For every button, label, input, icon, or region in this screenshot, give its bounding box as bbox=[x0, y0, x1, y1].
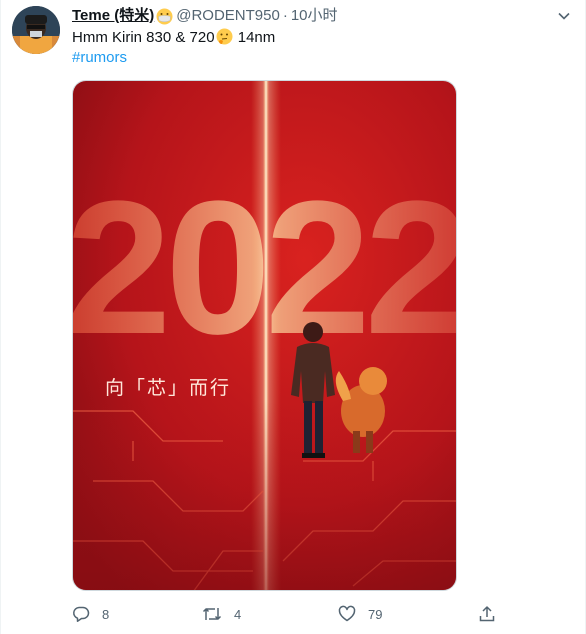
retweet-button[interactable]: 4 bbox=[202, 602, 241, 626]
like-count: 79 bbox=[368, 606, 383, 622]
reply-button[interactable]: 8 bbox=[72, 602, 109, 626]
tweet-image[interactable]: 2022 向「芯」而行 bbox=[72, 80, 457, 591]
user-handle[interactable]: @RODENT950 bbox=[176, 6, 280, 26]
action-bar: 8 4 79 bbox=[72, 602, 502, 626]
tweet-card: Teme (特米) @RODENT950 · 10小时 Hmm Kirin 83… bbox=[0, 0, 586, 634]
separator-dot: · bbox=[282, 7, 288, 24]
hashtag-link[interactable]: #rumors bbox=[72, 48, 127, 68]
tweet-header: Teme (特米) @RODENT950 · 10小时 bbox=[72, 6, 338, 26]
chevron-down-icon[interactable] bbox=[555, 7, 573, 25]
avatar[interactable] bbox=[12, 6, 60, 54]
share-icon bbox=[478, 605, 496, 623]
retweet-count: 4 bbox=[234, 606, 242, 622]
tweet-text: Hmm Kirin 830 & 720 14nm bbox=[72, 28, 275, 48]
tweet-text-suffix: 14nm bbox=[233, 29, 276, 46]
heart-icon bbox=[338, 605, 356, 623]
share-button[interactable] bbox=[478, 602, 496, 626]
reply-count: 8 bbox=[102, 606, 110, 622]
timestamp[interactable]: 10小时 bbox=[291, 6, 338, 26]
divider-left bbox=[0, 0, 1, 634]
image-slogan: 向「芯」而行 bbox=[105, 377, 232, 399]
thinking-face-emoji bbox=[216, 28, 233, 45]
face-with-medical-mask-emoji bbox=[156, 8, 173, 25]
reply-icon bbox=[72, 605, 90, 623]
display-name[interactable]: Teme (特米) bbox=[72, 6, 154, 26]
tweet-text-main: Hmm Kirin 830 & 720 bbox=[72, 29, 215, 46]
retweet-icon bbox=[202, 605, 222, 623]
like-button[interactable]: 79 bbox=[338, 602, 382, 626]
